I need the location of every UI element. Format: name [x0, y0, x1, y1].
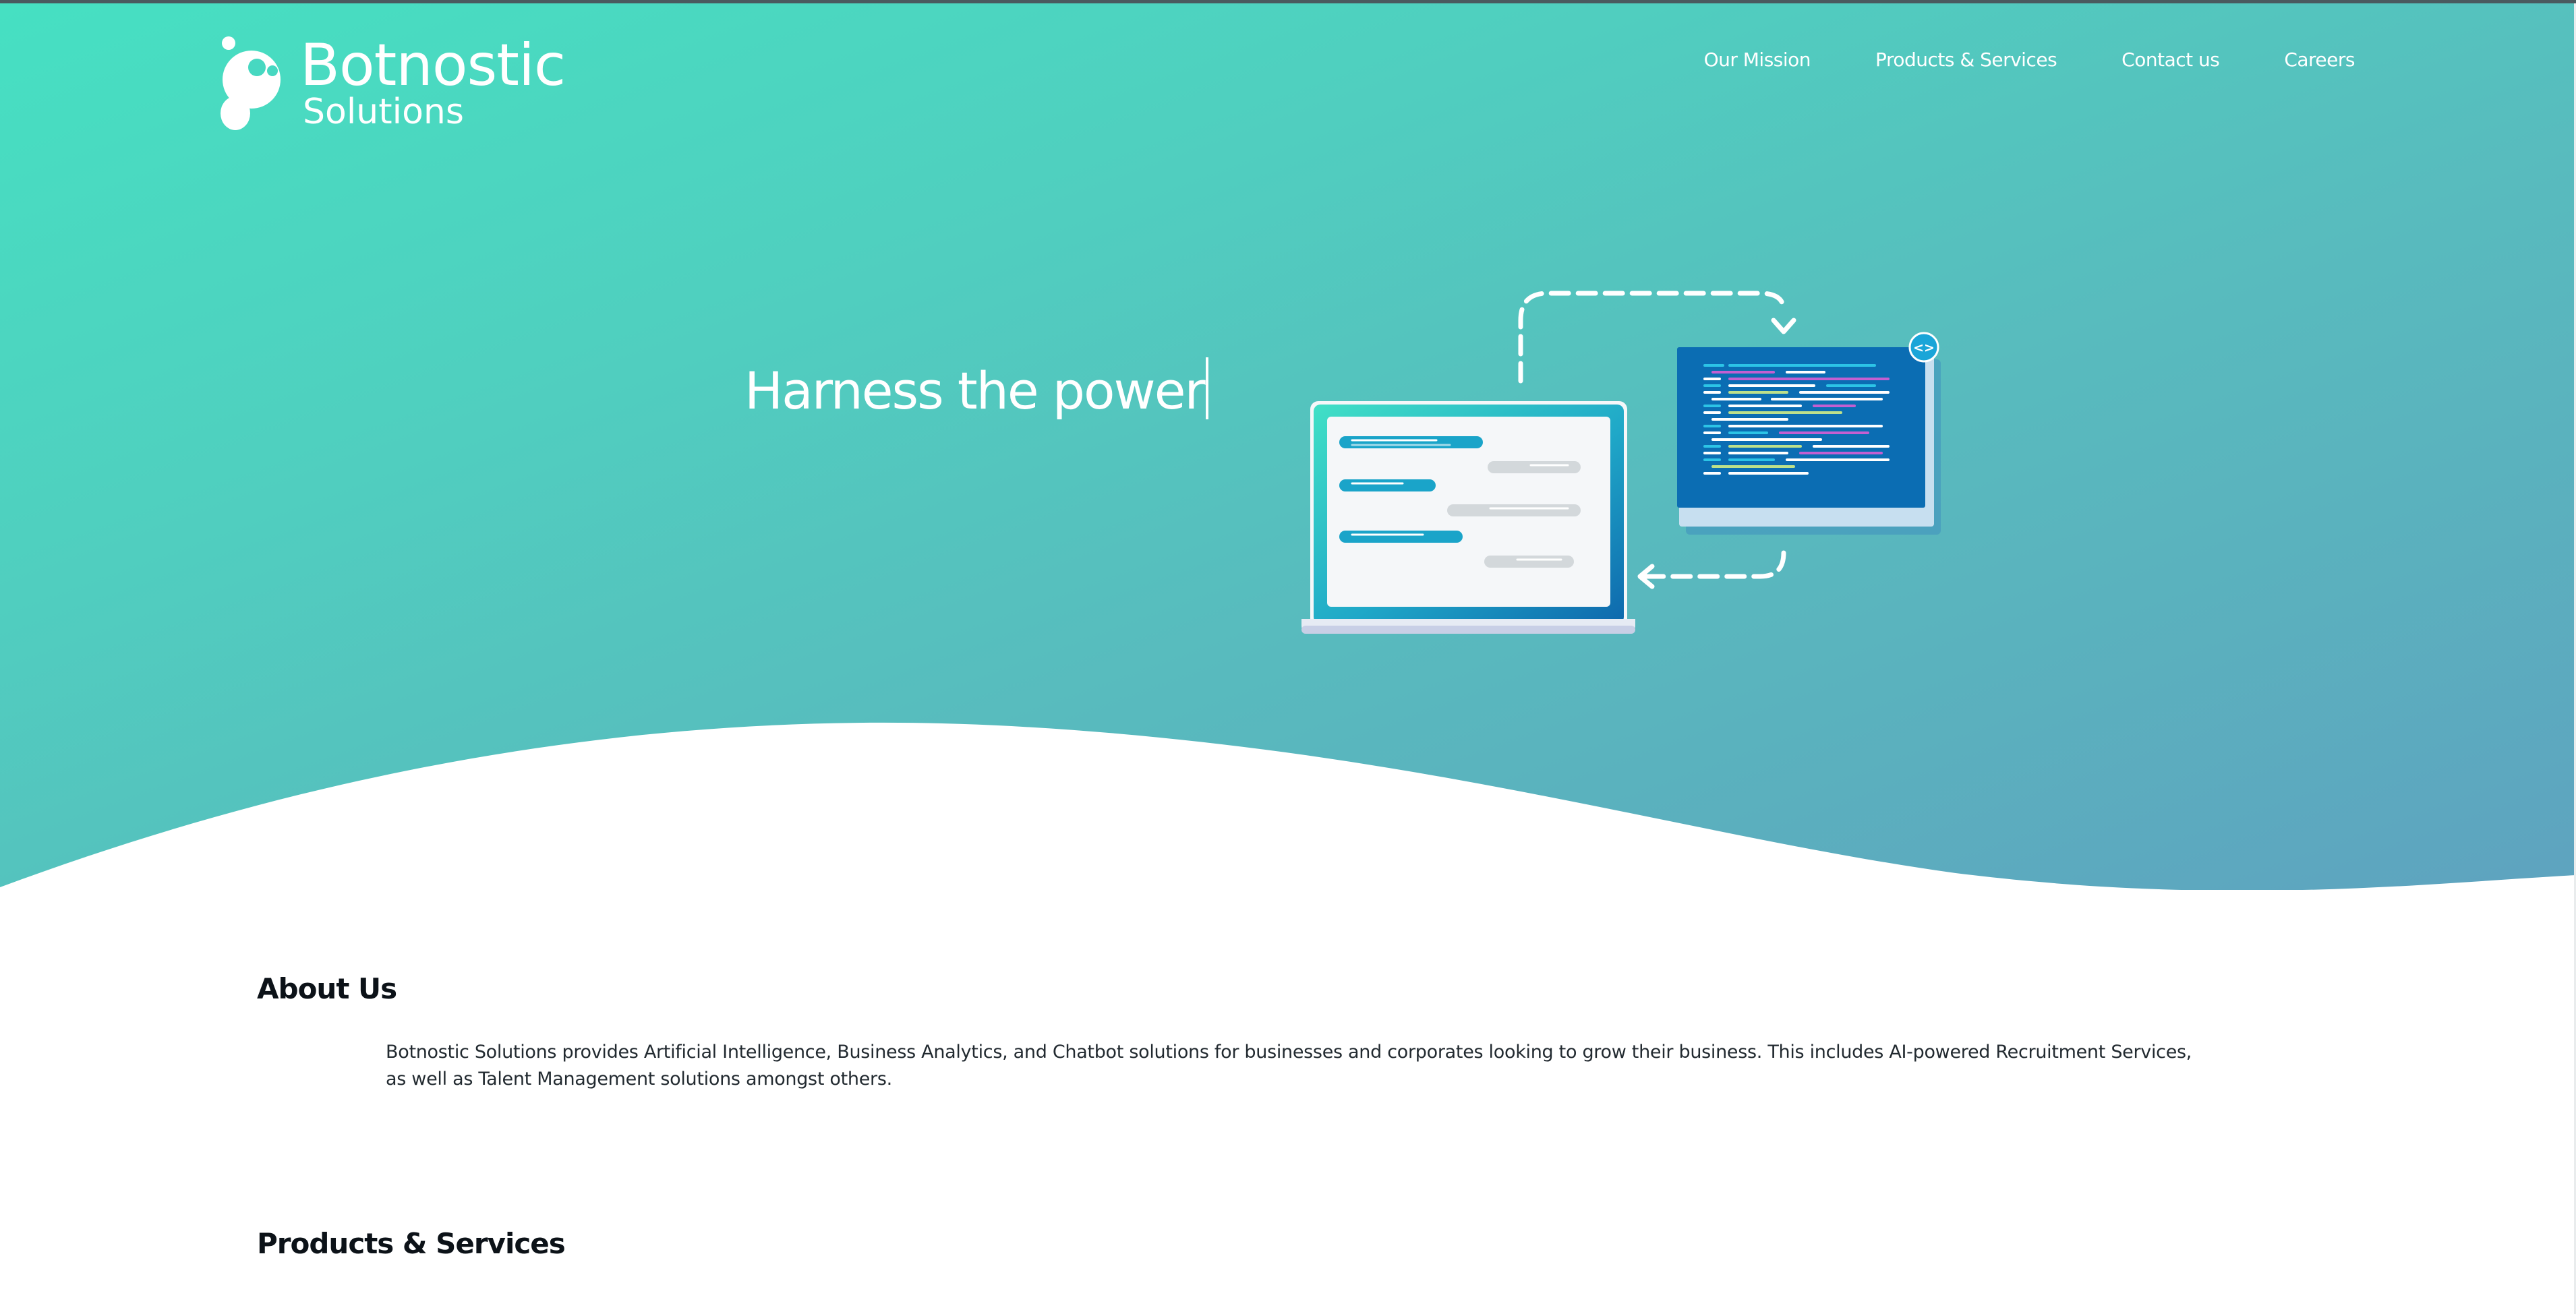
typing-caret — [1205, 357, 1208, 419]
about-us-heading: About Us — [257, 972, 397, 1005]
hero-headline-text: Harness the power — [744, 361, 1206, 421]
code-badge-label: <> — [1913, 340, 1935, 355]
main-nav: Our Mission Products & Services Contact … — [1704, 49, 2355, 71]
hero-headline: Harness the power — [744, 357, 1208, 421]
nav-link-products-services[interactable]: Products & Services — [1875, 49, 2057, 71]
nav-link-careers[interactable]: Careers — [2284, 49, 2355, 71]
brand-tagline: Solutions — [303, 92, 464, 132]
brand-logo[interactable]: Botnostic Solutions — [219, 34, 570, 135]
brand-name: Botnostic — [300, 32, 566, 99]
hero-illustration: <> — [1301, 291, 1941, 634]
code-window-icon — [1677, 347, 1941, 535]
products-services-heading: Products & Services — [257, 1227, 566, 1260]
bot-logo-icon — [221, 36, 281, 130]
nav-link-our-mission[interactable]: Our Mission — [1704, 49, 1811, 71]
window-top-border — [0, 0, 2576, 3]
page: Botnostic Solutions Our Mission Products… — [0, 0, 2576, 1314]
nav-link-contact-us[interactable]: Contact us — [2121, 49, 2220, 71]
hero-wave-divider — [0, 722, 2576, 903]
code-brackets-icon: <> — [1908, 332, 1939, 363]
laptop-chat-icon — [1301, 401, 1635, 634]
about-us-text: Botnostic Solutions provides Artificial … — [386, 1042, 2192, 1089]
